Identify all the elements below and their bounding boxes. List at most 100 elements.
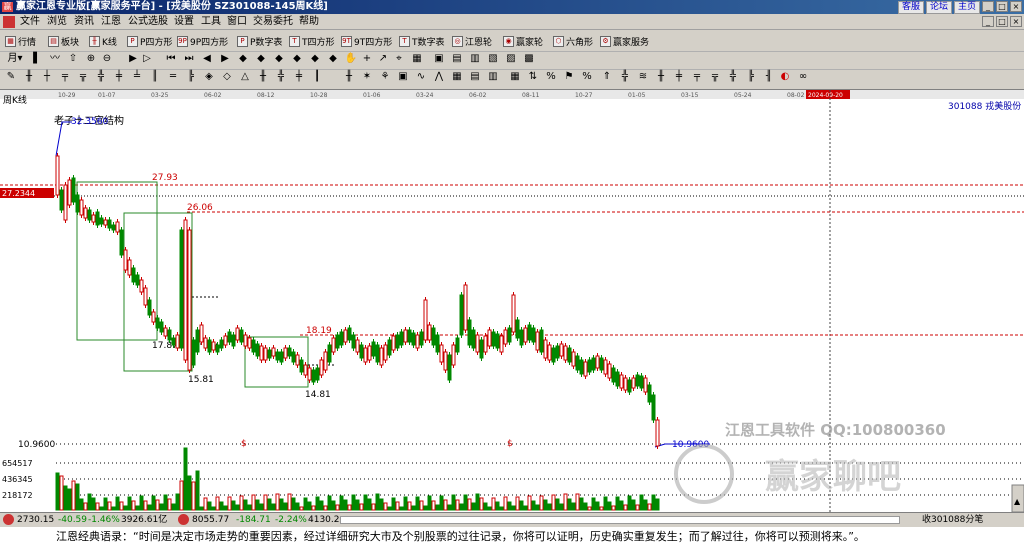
- tool36-icon[interactable]: ╪: [672, 70, 686, 84]
- mdi-restore-button[interactable]: □: [996, 16, 1008, 27]
- tool35-icon[interactable]: ╫: [654, 70, 668, 84]
- diamond3-icon[interactable]: ◆: [272, 52, 286, 66]
- tool14-icon[interactable]: ╫: [256, 70, 270, 84]
- tick-label[interactable]: 收301088分笔: [922, 513, 983, 527]
- tool30-icon[interactable]: ⚑: [562, 70, 576, 84]
- play-icon[interactable]: ▷: [140, 52, 154, 66]
- panel3-icon[interactable]: ▥: [468, 52, 482, 66]
- arrow-up-icon[interactable]: ⇧: [66, 52, 80, 66]
- menu-gann[interactable]: 江恩: [101, 16, 121, 28]
- tool5-icon[interactable]: ╬: [94, 70, 108, 84]
- prev-icon[interactable]: ◀: [200, 52, 214, 66]
- tool34-icon[interactable]: ≋: [636, 70, 650, 84]
- zoom-out-icon[interactable]: ⊖: [100, 52, 114, 66]
- diamond5-icon[interactable]: ◆: [308, 52, 322, 66]
- first-icon[interactable]: ⏮: [164, 52, 178, 66]
- crosshair-icon[interactable]: +: [360, 52, 374, 66]
- tool15-icon[interactable]: ╬: [274, 70, 288, 84]
- horizontal-scrollbar[interactable]: [340, 516, 900, 524]
- next-icon[interactable]: ▶: [218, 52, 232, 66]
- diamond4-icon[interactable]: ◆: [290, 52, 304, 66]
- tool25-icon[interactable]: ▤: [468, 70, 482, 84]
- tool31-icon[interactable]: %: [580, 70, 594, 84]
- hand-icon[interactable]: ✋: [344, 52, 358, 66]
- link-service[interactable]: 客服: [897, 1, 924, 14]
- menu-file[interactable]: 文件: [20, 16, 40, 28]
- panel4-icon[interactable]: ▧: [486, 52, 500, 66]
- tool8-icon[interactable]: ║: [148, 70, 162, 84]
- tool10-icon[interactable]: ╠: [184, 70, 198, 84]
- tool-p-table[interactable]: P P数字表: [237, 34, 282, 48]
- tool26-icon[interactable]: ▥: [486, 70, 500, 84]
- menu-browse[interactable]: 浏览: [47, 16, 67, 28]
- tool13-icon[interactable]: △: [238, 70, 252, 84]
- tool6-icon[interactable]: ╪: [112, 70, 126, 84]
- arrow-icon[interactable]: ↗: [376, 52, 390, 66]
- tool-kline[interactable]: ╫ K线: [89, 34, 117, 48]
- color-wheel-icon[interactable]: ◐: [778, 70, 792, 84]
- link-forum[interactable]: 论坛: [925, 1, 952, 14]
- tool20-icon[interactable]: ⚘: [378, 70, 392, 84]
- menu-info[interactable]: 资讯: [74, 16, 94, 28]
- tool27-icon[interactable]: ▦: [508, 70, 522, 84]
- menu-window[interactable]: 窗口: [227, 16, 247, 28]
- tool-t-table[interactable]: T T数字表: [399, 34, 445, 48]
- tool21-icon[interactable]: ▣: [396, 70, 410, 84]
- tool11-icon[interactable]: ◈: [202, 70, 216, 84]
- tool23-icon[interactable]: ⋀: [432, 70, 446, 84]
- tool33-icon[interactable]: ╬: [618, 70, 632, 84]
- tool18-icon[interactable]: ╫: [342, 70, 356, 84]
- bar-icon[interactable]: ▌: [30, 52, 44, 66]
- tool22-icon[interactable]: ∿: [414, 70, 428, 84]
- tool2-icon[interactable]: ┼: [40, 70, 54, 84]
- last-icon[interactable]: ⏭: [182, 52, 196, 66]
- menu-trade[interactable]: 交易委托: [253, 16, 293, 28]
- grid-icon[interactable]: ▦: [410, 52, 424, 66]
- tool-9t-square[interactable]: 9T 9T四方形: [341, 34, 392, 48]
- tool40-icon[interactable]: ╠: [744, 70, 758, 84]
- tool32-icon[interactable]: ⇑: [600, 70, 614, 84]
- tool19-icon[interactable]: ✶: [360, 70, 374, 84]
- panel1-icon[interactable]: ▣: [432, 52, 446, 66]
- tool3-icon[interactable]: ╤: [58, 70, 72, 84]
- mdi-close-button[interactable]: ×: [1010, 16, 1022, 27]
- tool-sector[interactable]: ▤ 板块: [48, 34, 79, 48]
- tool28-icon[interactable]: ⇅: [526, 70, 540, 84]
- infinity-icon[interactable]: ∞: [796, 70, 810, 84]
- tool39-icon[interactable]: ╬: [726, 70, 740, 84]
- minimize-button[interactable]: _: [982, 1, 994, 12]
- tool7-icon[interactable]: ╧: [130, 70, 144, 84]
- flag-icon[interactable]: ▶: [126, 52, 140, 66]
- menu-settings[interactable]: 设置: [174, 16, 194, 28]
- diamond1-icon[interactable]: ◆: [236, 52, 250, 66]
- mdi-minimize-button[interactable]: _: [982, 16, 994, 27]
- cursor-icon[interactable]: ⌖: [392, 52, 406, 66]
- close-button[interactable]: ×: [1010, 1, 1022, 12]
- diamond6-icon[interactable]: ◆: [326, 52, 340, 66]
- tool-t-square[interactable]: T T四方形: [289, 34, 335, 48]
- tool-quote[interactable]: ▦ 行情: [5, 34, 36, 48]
- menu-app-icon[interactable]: [3, 16, 15, 28]
- tool-hexagon[interactable]: ⬡ 六角形: [553, 34, 593, 48]
- tool17-icon[interactable]: ┃: [310, 70, 324, 84]
- diamond2-icon[interactable]: ◆: [254, 52, 268, 66]
- zoom-icon[interactable]: ⊕: [84, 52, 98, 66]
- tool16-icon[interactable]: ╪: [292, 70, 306, 84]
- tool38-icon[interactable]: ╦: [708, 70, 722, 84]
- panel6-icon[interactable]: ▩: [522, 52, 536, 66]
- tool1-icon[interactable]: ╫: [22, 70, 36, 84]
- maximize-button[interactable]: □: [996, 1, 1008, 12]
- tool-p-square[interactable]: P P四方形: [127, 34, 172, 48]
- tool-gann-wheel[interactable]: ◎ 江恩轮: [452, 34, 492, 48]
- tool41-icon[interactable]: ╢: [762, 70, 776, 84]
- pencil-icon[interactable]: ✎: [4, 70, 18, 84]
- menu-help[interactable]: 帮助: [299, 16, 319, 28]
- link-home[interactable]: 主页: [953, 1, 980, 14]
- tool-winner-service[interactable]: ⚙ 赢家服务: [600, 34, 649, 48]
- tool24-icon[interactable]: ▦: [450, 70, 464, 84]
- tool29-icon[interactable]: %: [544, 70, 558, 84]
- line-icon[interactable]: 〰: [48, 52, 62, 66]
- panel2-icon[interactable]: ▤: [450, 52, 464, 66]
- tool12-icon[interactable]: ◇: [220, 70, 234, 84]
- menu-tools[interactable]: 工具: [201, 16, 221, 28]
